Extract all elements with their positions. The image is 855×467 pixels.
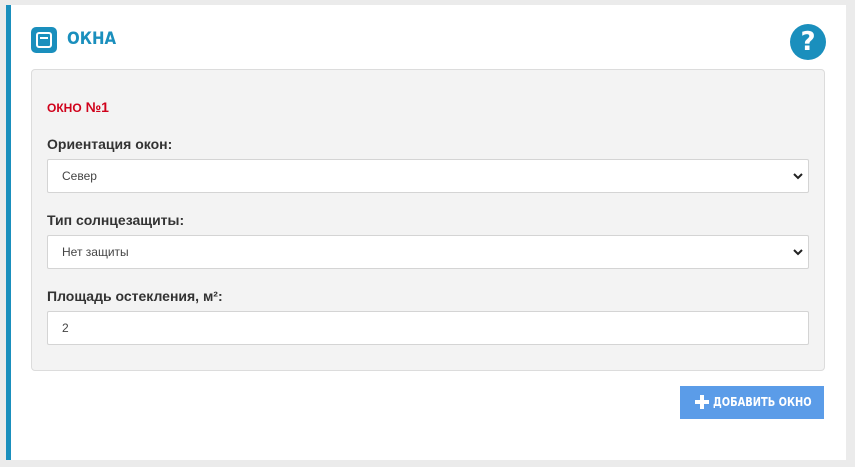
orientation-select[interactable]: Север: [47, 159, 809, 193]
add-window-button-label: ДОБАВИТЬ ОКНО: [713, 395, 812, 409]
glazing-area-label: Площадь остекления, м²:: [47, 288, 223, 304]
sun-protection-label: Тип солнцезащиты:: [47, 212, 185, 228]
windows-card: ОКНА ? ОКНО №1 Ориентация окон: Север Ти…: [6, 5, 846, 460]
glazing-area-input[interactable]: 2: [47, 311, 809, 345]
glazing-area-value: 2: [62, 321, 69, 335]
window-title-prefix: ОКНО: [47, 101, 82, 115]
orientation-value: Север: [62, 169, 97, 183]
question-circle-icon[interactable]: ?: [790, 24, 826, 60]
window-panel: ОКНО №1 Ориентация окон: Север Тип солнц…: [31, 69, 825, 371]
section-title: ОКНА: [67, 29, 117, 49]
chevron-down-icon: [793, 249, 803, 256]
window-title-number: №1: [85, 99, 109, 115]
sun-protection-value: Нет защиты: [62, 245, 129, 259]
add-window-button[interactable]: ДОБАВИТЬ ОКНО: [680, 386, 824, 419]
help-symbol: ?: [800, 27, 816, 57]
orientation-label: Ориентация окон:: [47, 136, 173, 152]
chevron-down-icon: [793, 173, 803, 180]
window-title: ОКНО №1: [47, 99, 109, 115]
window-icon: [31, 27, 57, 53]
section-header: ОКНА ?: [11, 5, 846, 69]
plus-icon: [695, 395, 709, 409]
sun-protection-select[interactable]: Нет защиты: [47, 235, 809, 269]
